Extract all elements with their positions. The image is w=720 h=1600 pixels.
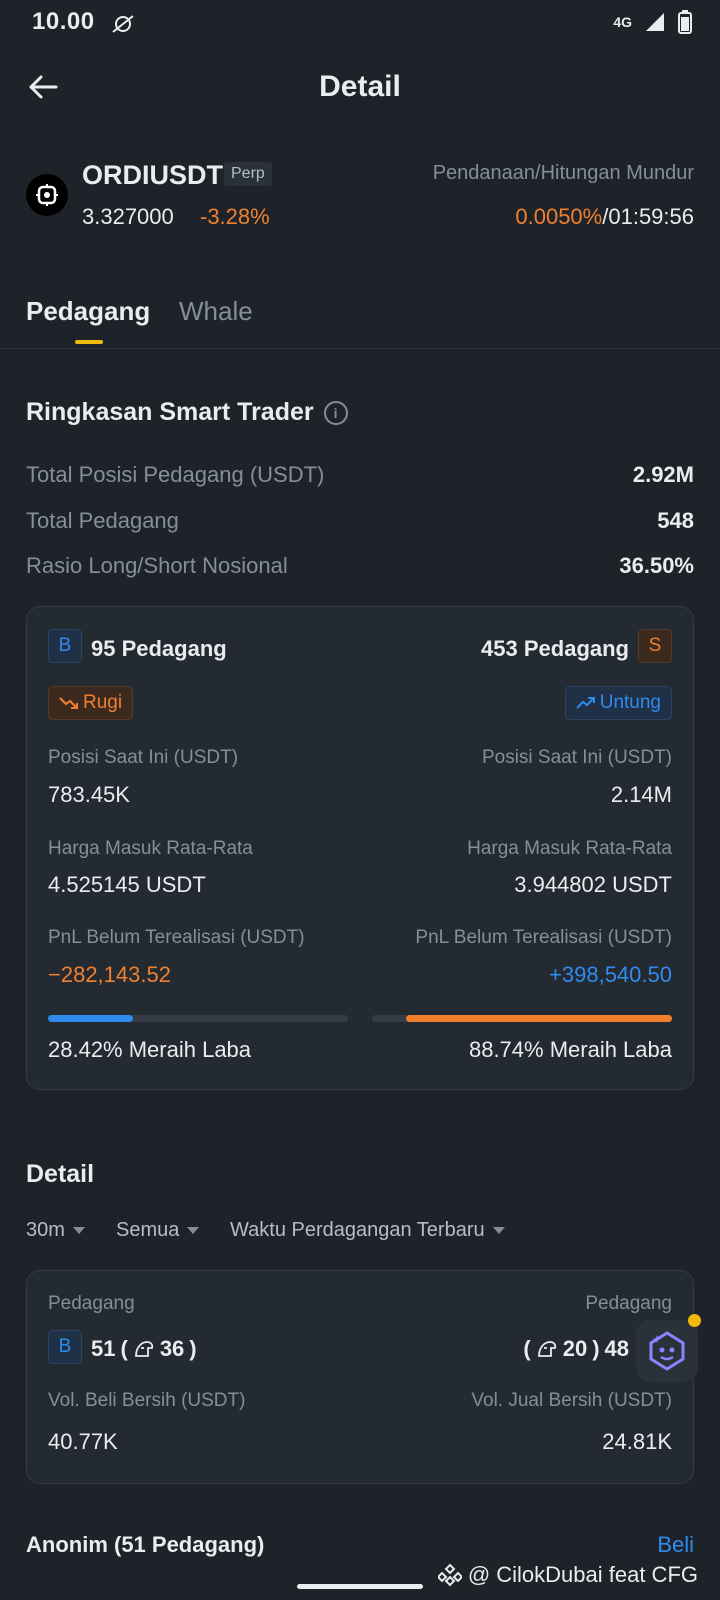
detail-card: Pedagang Pedagang B 51 ( 36 ) ( 20 ) 48 … xyxy=(26,1270,694,1484)
buy-volume-label: Vol. Beli Bersih (USDT) xyxy=(48,1390,246,1411)
loss-pill: Rugi xyxy=(48,686,134,720)
close-paren: ) xyxy=(592,1336,600,1361)
interval-filter[interactable]: 30m xyxy=(26,1219,85,1242)
summary-row-label: Total Posisi Pedagang (USDT) xyxy=(26,462,325,487)
funding-countdown: 01:59:56 xyxy=(608,204,694,229)
short-entry-label: Harga Masuk Rata-Rata xyxy=(467,838,672,859)
side-filter[interactable]: Semua xyxy=(116,1219,200,1242)
contract-tag: Perp xyxy=(224,162,272,186)
sell-trader-counts: ( 20 ) 48 xyxy=(523,1336,629,1362)
sell-volume-label: Vol. Jual Bersih (USDT) xyxy=(471,1390,672,1411)
page-title: Detail xyxy=(319,70,401,103)
summary-row-value: 36.50% xyxy=(619,553,694,578)
detail-left-label: Pedagang xyxy=(48,1293,135,1314)
funding-rate: 0.0050% xyxy=(515,204,603,229)
sell-smart-count: 20 xyxy=(562,1336,588,1361)
caret-down-icon xyxy=(492,1227,505,1234)
long-win-bar-fill xyxy=(48,1015,134,1022)
profit-pill: Untung xyxy=(564,686,672,720)
robot-face-icon xyxy=(649,1331,685,1371)
tab-indicator xyxy=(75,340,103,344)
long-entry-value: 4.525145 USDT xyxy=(48,872,206,897)
long-trader-count: 95 Pedagang xyxy=(91,636,227,661)
open-paren: ( xyxy=(523,1336,531,1361)
watermark-text: @ CilokDubai feat CFG xyxy=(467,1562,698,1587)
status-time: 10.00 xyxy=(32,8,95,35)
side-filter-label: Semua xyxy=(116,1219,180,1241)
info-icon[interactable]: i xyxy=(323,400,348,425)
summary-title-text: Ringkasan Smart Trader xyxy=(26,398,314,426)
short-trader-count: 453 Pedagang xyxy=(481,636,629,661)
interval-filter-label: 30m xyxy=(26,1219,65,1241)
symbol-name[interactable]: ORDIUSDT xyxy=(82,160,223,191)
price-change: -3.28% xyxy=(200,204,270,229)
smart-money-icon xyxy=(134,1341,153,1357)
buy-trader-counts: 51 ( 36 ) xyxy=(91,1336,197,1362)
open-paren: ( xyxy=(120,1336,128,1361)
buy-smart-count: 36 xyxy=(159,1336,185,1361)
long-position-value: 783.45K xyxy=(48,782,130,807)
long-entry-label: Harga Masuk Rata-Rata xyxy=(48,838,253,859)
sell-count: 48 xyxy=(604,1336,629,1361)
profit-pill-label: Untung xyxy=(599,692,661,713)
battery-icon xyxy=(678,10,692,34)
summary-row-value: 2.92M xyxy=(632,462,694,487)
coin-logo xyxy=(26,174,68,216)
caret-down-icon xyxy=(187,1227,200,1234)
short-win-rate: 88.74% Meraih Laba xyxy=(468,1037,672,1062)
ordi-logo-icon xyxy=(36,184,58,206)
trend-down-icon xyxy=(59,697,78,709)
tab-pedagang[interactable]: Pedagang xyxy=(26,296,150,327)
long-position-label: Posisi Saat Ini (USDT) xyxy=(48,747,239,768)
short-win-bar xyxy=(372,1015,672,1022)
status-icons: 4G xyxy=(613,10,692,34)
detail-title: Detail xyxy=(26,1160,95,1188)
buy-badge: B xyxy=(48,1330,82,1364)
long-win-bar xyxy=(48,1015,348,1022)
buy-badge: B xyxy=(48,629,82,663)
buy-link[interactable]: Beli xyxy=(657,1532,694,1558)
buy-volume-value: 40.77K xyxy=(48,1429,118,1454)
summary-row-label: Rasio Long/Short Nosional xyxy=(26,553,288,578)
funding-label: Pendanaan/Hitungan Mundur xyxy=(432,162,694,184)
short-pnl-value: +398,540.50 xyxy=(549,962,672,987)
long-win-rate: 28.42% Meraih Laba xyxy=(48,1037,252,1062)
short-win-bar-fill xyxy=(405,1015,672,1022)
last-price: 3.327000 xyxy=(82,204,174,229)
smart-money-icon xyxy=(537,1341,556,1357)
ai-assistant-button[interactable] xyxy=(636,1320,698,1382)
anonymous-section-title: Anonim (51 Pedagang) xyxy=(26,1532,265,1557)
tab-divider xyxy=(0,348,720,349)
close-paren: ) xyxy=(189,1336,197,1361)
home-indicator[interactable] xyxy=(297,1584,423,1589)
long-pnl-label: PnL Belum Terealisasi (USDT) xyxy=(48,927,305,948)
sort-filter[interactable]: Waktu Perdagangan Terbaru xyxy=(230,1219,505,1242)
sync-icon xyxy=(112,15,134,33)
binance-logo-icon xyxy=(437,1563,462,1587)
long-pnl-value: −282,143.52 xyxy=(48,962,171,987)
short-entry-value: 3.944802 USDT xyxy=(514,872,672,897)
loss-pill-label: Rugi xyxy=(83,692,123,713)
signal-icon xyxy=(646,13,664,31)
short-position-value: 2.14M xyxy=(610,782,672,807)
short-position-label: Posisi Saat Ini (USDT) xyxy=(481,747,672,768)
long-short-card: B 95 Pedagang 453 Pedagang S Rugi Untung… xyxy=(26,606,694,1090)
caret-down-icon xyxy=(72,1227,85,1234)
sell-badge: S xyxy=(638,629,672,663)
notification-dot xyxy=(688,1314,701,1327)
summary-row-label: Total Pedagang xyxy=(26,508,179,533)
summary-row-value: 548 xyxy=(657,508,694,533)
short-pnl-label: PnL Belum Terealisasi (USDT) xyxy=(415,927,672,948)
tab-whale[interactable]: Whale xyxy=(179,296,253,327)
buy-count: 51 xyxy=(91,1336,116,1361)
network-label: 4G xyxy=(613,14,632,30)
summary-title: Ringkasan Smart Trader i xyxy=(26,398,348,427)
watermark: @ CilokDubai feat CFG xyxy=(437,1562,698,1588)
funding-value: 0.0050%/01:59:56 xyxy=(515,204,694,230)
sort-filter-label: Waktu Perdagangan Terbaru xyxy=(230,1219,485,1241)
trend-up-icon xyxy=(576,697,595,709)
detail-right-label: Pedagang xyxy=(585,1293,672,1314)
sell-volume-value: 24.81K xyxy=(602,1429,672,1454)
